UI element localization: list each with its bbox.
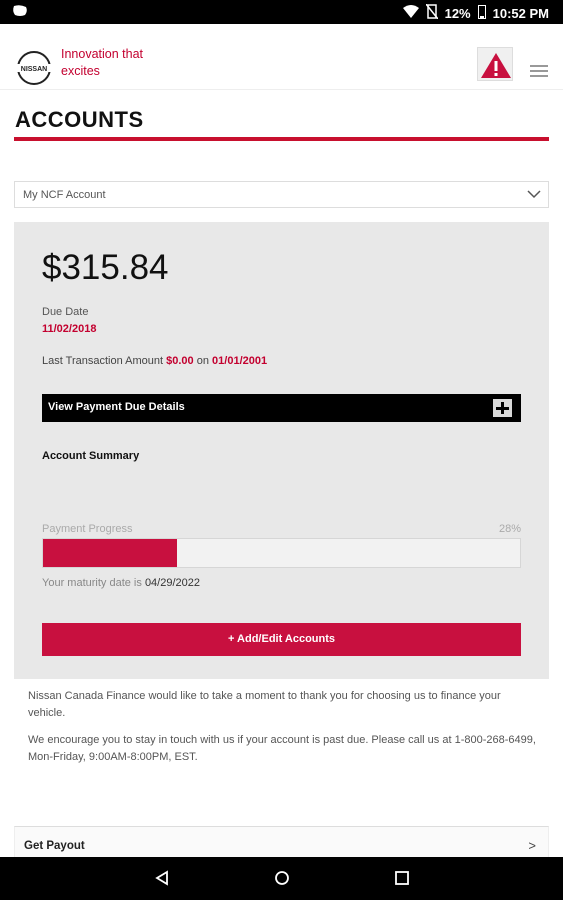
- last-transaction-date: 01/01/2001: [212, 355, 268, 367]
- amount-due: $315.84: [42, 248, 169, 287]
- maturity-date: Your maturity date is 04/29/2022: [42, 577, 200, 589]
- recents-icon[interactable]: [393, 869, 411, 892]
- account-select[interactable]: My NCF Account: [14, 181, 549, 208]
- due-date-value: 11/02/2018: [42, 323, 97, 335]
- thanks-message: Nissan Canada Finance would like to take…: [28, 690, 501, 719]
- clock: 10:52 PM: [492, 5, 549, 21]
- alert-button[interactable]: [477, 47, 513, 81]
- account-card: $315.84 Due Date 11/02/2018 Last Transac…: [14, 222, 549, 679]
- battery-icon: [477, 4, 486, 22]
- contact-message: We encourage you to stay in touch with u…: [28, 734, 536, 763]
- status-bar: 12% 10:52 PM: [0, 0, 563, 24]
- home-icon[interactable]: [273, 869, 291, 892]
- payment-progress-fill: [43, 539, 177, 567]
- add-edit-accounts-button[interactable]: + Add/Edit Accounts: [42, 623, 521, 656]
- maturity-value: 04/29/2022: [144, 577, 200, 589]
- battery-alert-icon: [425, 3, 439, 22]
- battery-percent: 12%: [444, 5, 471, 21]
- last-transaction-label: Last Transaction Amount: [42, 355, 164, 367]
- warning-icon: [478, 53, 514, 86]
- app-header: NISSAN Innovation that excites: [0, 24, 563, 90]
- tagline: Innovation that excites: [61, 47, 144, 78]
- notification-icon: [11, 4, 29, 21]
- hamburger-menu-icon[interactable]: [530, 65, 548, 79]
- account-summary-label: Account Summary: [42, 450, 140, 462]
- payment-progress-label: Payment Progress: [42, 523, 133, 535]
- svg-text:NISSAN: NISSAN: [21, 66, 47, 73]
- view-payment-details-label: View Payment Due Details: [48, 401, 185, 413]
- wifi-icon: [402, 5, 419, 21]
- get-payout-label: Get Payout: [24, 840, 85, 852]
- plus-icon[interactable]: [493, 399, 512, 417]
- maturity-label: Your maturity date is: [42, 577, 142, 589]
- back-icon[interactable]: [153, 869, 171, 892]
- nissan-logo[interactable]: NISSAN: [14, 48, 54, 93]
- chevron-right-icon: >: [528, 838, 536, 853]
- last-transaction: Last Transaction Amount $0.00 on 01/01/2…: [42, 355, 267, 367]
- payment-progress-percent: 28%: [498, 523, 521, 535]
- account-select-value: My NCF Account: [23, 189, 106, 201]
- last-transaction-on: on: [196, 355, 209, 367]
- view-payment-details-button[interactable]: View Payment Due Details: [42, 394, 521, 422]
- page-title: ACCOUNTS: [15, 107, 144, 132]
- title-divider: [14, 137, 549, 141]
- due-date-label: Due Date: [42, 306, 89, 318]
- payment-progress-bar: [42, 538, 521, 568]
- chevron-down-icon: [526, 186, 542, 205]
- system-nav-bar: [0, 857, 563, 900]
- get-payout-row[interactable]: Get Payout >: [14, 826, 549, 858]
- last-transaction-amount: $0.00: [166, 355, 194, 367]
